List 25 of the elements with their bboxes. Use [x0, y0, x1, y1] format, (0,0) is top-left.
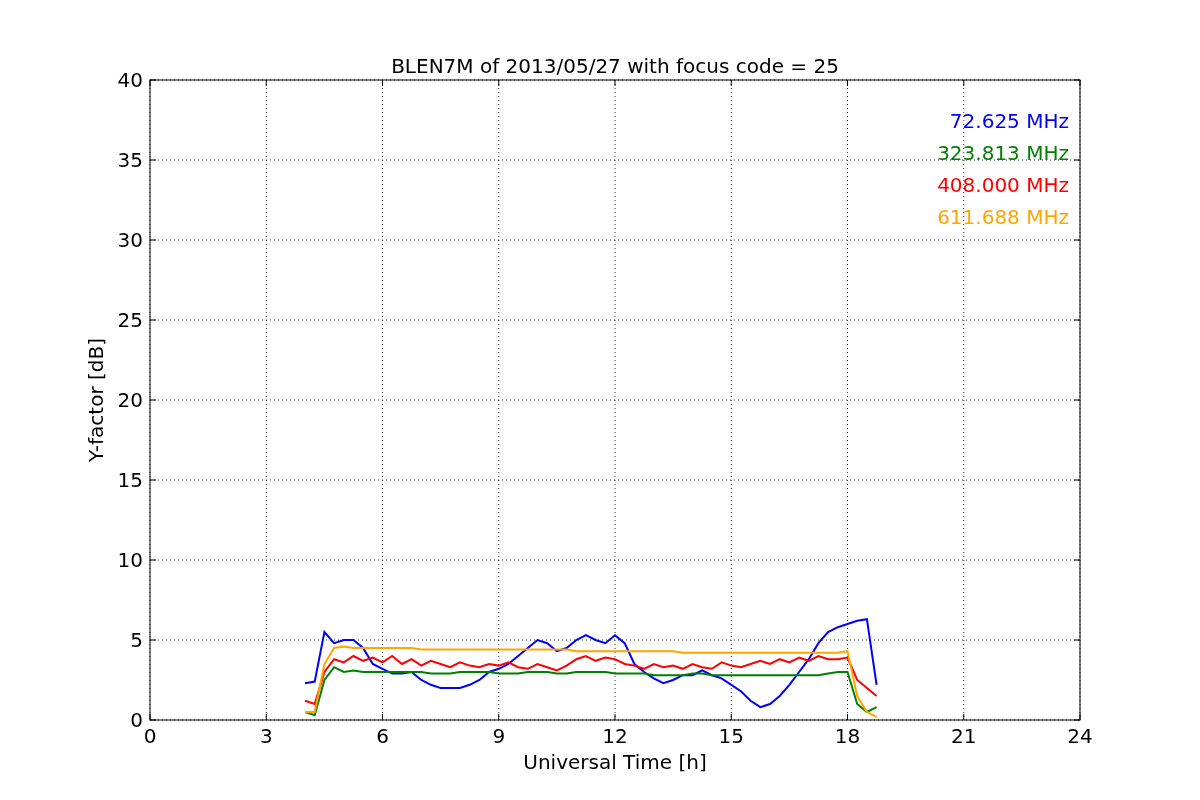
y-tick-label: 40 [117, 68, 143, 92]
legend-label: 408.000 MHz [937, 173, 1069, 197]
x-tick-label: 24 [1067, 724, 1093, 748]
y-tick-label: 35 [117, 148, 143, 172]
x-tick-label: 0 [143, 724, 157, 748]
x-tick-label: 3 [259, 724, 273, 748]
y-tick-label: 10 [117, 548, 143, 572]
x-tick-label: 21 [951, 724, 977, 748]
y-tick-label: 20 [117, 388, 143, 412]
x-tick-label: 18 [834, 724, 861, 748]
y-tick-label: 0 [130, 708, 143, 732]
legend-label: 72.625 MHz [949, 109, 1069, 133]
y-tick-label: 5 [130, 628, 143, 652]
x-axis-label: Universal Time [h] [523, 750, 707, 774]
legend-label: 323.813 MHz [937, 141, 1069, 165]
y-tick-label: 25 [117, 308, 143, 332]
x-tick-label: 9 [492, 724, 506, 748]
y-tick-label: 30 [117, 228, 143, 252]
y-tick-label: 15 [117, 468, 143, 492]
x-tick-label: 6 [376, 724, 389, 748]
x-tick-label: 12 [602, 724, 628, 748]
y-axis-label: Y-factor [dB] [84, 338, 108, 462]
chart-title: BLEN7M of 2013/05/27 with focus code = 25 [391, 54, 839, 78]
x-tick-label: 15 [718, 724, 744, 748]
legend-label: 611.688 MHz [937, 205, 1069, 229]
